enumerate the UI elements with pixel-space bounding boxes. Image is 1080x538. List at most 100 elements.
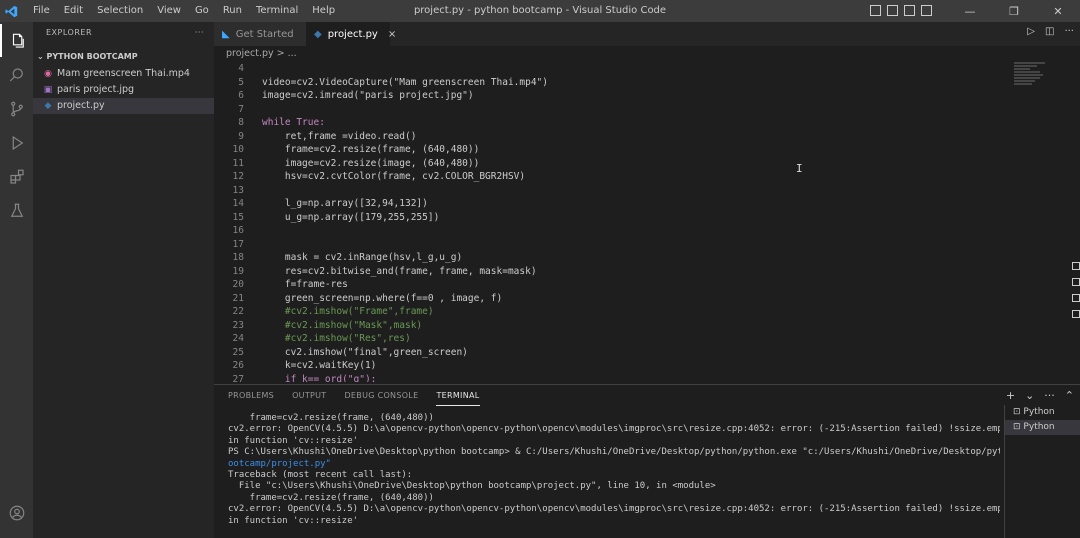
code-line: 12 hsv=cv2.cvtColor(frame, cv2.COLOR_BGR… — [232, 171, 526, 182]
menu-terminal[interactable]: Terminal — [249, 0, 305, 22]
folder-name: PYTHON BOOTCAMP — [46, 52, 138, 61]
extensions-icon[interactable] — [0, 160, 33, 193]
code-text: f=frame-res — [262, 279, 348, 290]
menu-help[interactable]: Help — [305, 0, 342, 22]
code-line: 10 frame=cv2.resize(frame, (640,480)) — [232, 144, 480, 155]
code-text: u_g=np.array([179,255,255]) — [262, 211, 440, 223]
code-editor[interactable]: 4 5 video=cv2.VideoCapture("Mam greenscre… — [214, 62, 1080, 382]
code-text: l_g=np.array([32,94,132]) — [262, 198, 428, 209]
terminal-instance-list: ⊡ Python ⊡ Python — [1004, 405, 1080, 538]
run-file-icon[interactable]: ▷ — [1027, 26, 1035, 37]
terminal-line: Traceback (most recent call last): — [228, 470, 413, 481]
video-file-icon: ◉ — [44, 69, 52, 79]
menu-edit[interactable]: Edit — [57, 0, 90, 22]
explorer-header: EXPLORER ··· — [33, 22, 214, 44]
code-line: 19 res=cv2.bitwise_and(frame, frame, mas… — [232, 265, 537, 277]
code-line: 7 — [238, 103, 244, 115]
menu-go[interactable]: Go — [188, 0, 216, 22]
code-line: 6 image=cv2.imread("paris project.jpg") — [238, 90, 474, 101]
account-icon[interactable] — [0, 496, 33, 529]
code-text: image=cv2.resize(image, (640,480)) — [262, 157, 480, 169]
terminal-icon: ⊡ — [1013, 422, 1024, 432]
code-line: 14 l_g=np.array([32,94,132]) — [232, 198, 428, 209]
code-line: 5 video=cv2.VideoCapture("Mam greenscreen… — [238, 76, 548, 88]
toggle-sidebar-icon[interactable] — [870, 5, 881, 16]
terminal-line: PS C:\Users\Khushi\OneDrive\Desktop\pyth… — [228, 447, 1000, 458]
close-window-icon[interactable]: ✕ — [1036, 0, 1080, 22]
activity-bar — [0, 22, 33, 538]
terminal-split-icon[interactable] — [1072, 262, 1080, 270]
minimize-icon[interactable]: — — [948, 0, 992, 22]
tab-label: Get Started — [235, 28, 294, 40]
code-text: if k== ord("q"): — [262, 373, 377, 383]
tab-output[interactable]: OUTPUT — [292, 385, 326, 407]
minimap[interactable] — [1014, 62, 1066, 102]
terminal-side-toolbar — [1072, 262, 1080, 326]
code-line: 25 cv2.imshow("final",green_screen) — [232, 346, 468, 358]
menu-selection[interactable]: Selection — [90, 0, 150, 22]
code-line: 21 green_screen=np.where(f==0 , image, f… — [232, 292, 503, 304]
terminal-line: cv2.error: OpenCV(4.5.5) D:\a\opencv-pyt… — [228, 424, 1000, 435]
code-text: #cv2.imshow("Mask",mask) — [262, 319, 423, 331]
image-file-icon: ▣ — [43, 85, 53, 95]
maximize-panel-icon[interactable]: ⌃ — [1065, 389, 1074, 402]
terminal-settings-icon[interactable] — [1072, 310, 1080, 318]
explorer-more-icon[interactable]: ··· — [195, 22, 204, 44]
code-text: green_screen=np.where(f==0 , image, f) — [262, 292, 503, 304]
source-control-icon[interactable] — [0, 92, 33, 125]
folder-python-bootcamp[interactable]: ⌄ PYTHON BOOTCAMP — [33, 48, 214, 66]
code-line: 16 — [232, 225, 244, 236]
run-debug-icon[interactable] — [0, 126, 33, 159]
file-item-project-py[interactable]: ◆ project.py — [33, 98, 214, 114]
terminal-output[interactable]: frame=cv2.resize(frame, (640,480)) cv2.er… — [228, 413, 1000, 538]
terminal-line: cv2.error: OpenCV(4.5.5) D:\a\opencv-pyt… — [228, 504, 1000, 515]
terminal-clear-icon[interactable] — [1072, 294, 1080, 302]
editor-actions: ▷ ◫ ··· — [1027, 26, 1074, 37]
code-text: mask = cv2.inRange(hsv,l_g,u_g) — [262, 252, 463, 263]
file-item-jpg[interactable]: ▣ paris project.jpg — [33, 82, 214, 98]
code-text: res=cv2.bitwise_and(frame, frame, mask=m… — [262, 265, 537, 277]
code-line: 22 #cv2.imshow("Frame",frame) — [232, 306, 434, 317]
panel-tabs: PROBLEMS OUTPUT DEBUG CONSOLE TERMINAL — [214, 385, 1080, 407]
file-item-mp4[interactable]: ◉ Mam greenscreen Thai.mp4 — [33, 66, 214, 82]
file-name: paris project.jpg — [57, 84, 135, 95]
tab-get-started[interactable]: ◣ Get Started — [214, 22, 306, 46]
customize-layout-icon[interactable] — [921, 5, 932, 16]
terminal-instance-item[interactable]: ⊡ Python — [1005, 405, 1080, 420]
code-line: 4 — [238, 63, 244, 74]
close-tab-icon[interactable]: × — [388, 29, 396, 40]
tab-debug-console[interactable]: DEBUG CONSOLE — [344, 385, 418, 407]
toggle-secondary-sidebar-icon[interactable] — [904, 5, 915, 16]
terminal-icon: ⊡ — [1013, 407, 1024, 417]
breadcrumb[interactable]: project.py > ... — [214, 46, 1080, 62]
new-terminal-icon[interactable]: + — [1006, 389, 1015, 402]
code-line: 27 if k== ord("q"): — [214, 373, 377, 383]
vscode-logo-icon — [0, 0, 22, 22]
menu-file[interactable]: File — [26, 0, 57, 22]
code-line: 15 u_g=np.array([179,255,255]) — [232, 211, 440, 223]
more-actions-icon[interactable]: ··· — [1044, 389, 1055, 402]
toggle-panel-icon[interactable] — [887, 5, 898, 16]
python-file-icon: ◆ — [314, 28, 322, 40]
split-editor-icon[interactable]: ◫ — [1045, 26, 1054, 37]
tab-problems[interactable]: PROBLEMS — [228, 385, 274, 407]
explorer-icon[interactable] — [0, 24, 33, 57]
code-line: 8 while True: — [238, 117, 325, 128]
code-line: 18 mask = cv2.inRange(hsv,l_g,u_g) — [232, 252, 463, 263]
tab-project-py[interactable]: ◆ project.py × — [306, 22, 396, 46]
terminal-line: in function 'cv::resize' — [228, 435, 359, 446]
terminal-kill-icon[interactable] — [1072, 278, 1080, 286]
menu-run[interactable]: Run — [216, 0, 249, 22]
code-line: 17 — [232, 238, 244, 250]
chevron-down-icon[interactable]: ⌄ — [1025, 389, 1034, 402]
testing-icon[interactable] — [0, 194, 33, 227]
code-line: 13 — [232, 184, 244, 196]
more-actions-icon[interactable]: ··· — [1064, 26, 1074, 37]
tab-terminal[interactable]: TERMINAL — [436, 387, 480, 406]
text-cursor-icon: I — [796, 162, 803, 175]
restore-icon[interactable]: ❐ — [992, 0, 1036, 22]
code-line: 24 #cv2.imshow("Res",res) — [232, 333, 411, 344]
menu-view[interactable]: View — [150, 0, 188, 22]
terminal-instance-item[interactable]: ⊡ Python — [1005, 420, 1080, 435]
search-icon[interactable] — [0, 58, 33, 91]
